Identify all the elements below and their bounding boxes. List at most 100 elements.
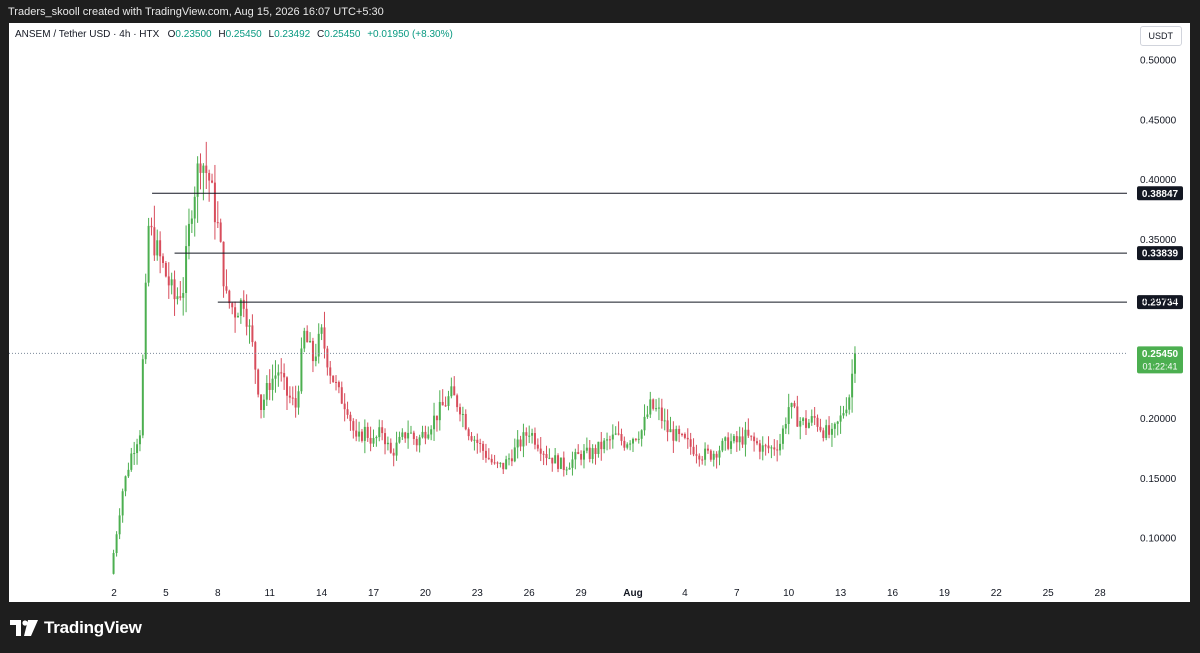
candle	[755, 437, 758, 446]
ohlc-legend: ANSEM / Tether USD · 4h · HTX O0.23500 H…	[15, 29, 457, 40]
candle	[715, 451, 718, 469]
candle	[476, 433, 479, 454]
candle	[130, 447, 133, 472]
level-price-label: 0.38847	[1142, 189, 1179, 200]
candle	[519, 435, 522, 452]
footer-brand: TradingView	[10, 618, 142, 638]
candle	[522, 423, 525, 458]
candle	[712, 450, 715, 467]
candle	[332, 375, 335, 383]
candle	[433, 402, 436, 441]
candle	[147, 217, 150, 287]
candle	[819, 418, 822, 433]
candle	[730, 433, 733, 455]
candle	[657, 397, 660, 421]
y-tick-label: 0.45000	[1140, 115, 1177, 126]
candle	[853, 346, 856, 383]
chart-frame[interactable]: 0.38847 0.33839 0.29734 0.25450 01:22:41 0.5…	[9, 23, 1190, 602]
candle	[236, 312, 239, 318]
candle	[286, 376, 288, 411]
bar-countdown-label: 01:22:41	[1142, 361, 1177, 371]
candle	[274, 360, 277, 393]
candle	[533, 427, 536, 450]
candle	[320, 324, 323, 341]
candle	[294, 385, 297, 418]
x-tick-label: 5	[163, 588, 169, 599]
candle	[510, 449, 513, 467]
candle	[384, 428, 387, 455]
candle	[508, 453, 511, 466]
candle	[412, 430, 415, 445]
candle	[196, 156, 199, 223]
candle	[190, 210, 193, 233]
candle	[435, 415, 438, 432]
x-tick-label: 23	[472, 588, 484, 599]
candle	[678, 425, 681, 443]
candle	[851, 359, 854, 413]
candle	[464, 409, 467, 431]
candle	[430, 425, 433, 441]
x-tick-label: 16	[887, 588, 899, 599]
x-tick-label: 14	[316, 588, 328, 599]
candle	[228, 289, 231, 309]
candle	[136, 438, 139, 465]
candle	[634, 438, 637, 442]
candle	[427, 426, 430, 440]
candle	[208, 169, 211, 202]
candle	[121, 488, 124, 523]
price-chart[interactable]: 0.388470.338390.297340.2545001:22:41 0.5…	[9, 23, 1190, 602]
candle	[816, 414, 819, 432]
candle	[153, 205, 156, 261]
candle	[790, 402, 793, 419]
candle	[381, 420, 384, 441]
candle	[309, 332, 312, 343]
candle	[845, 397, 848, 417]
currency-selector[interactable]: USDT	[1139, 26, 1182, 46]
candle	[629, 440, 632, 451]
candle	[369, 426, 372, 452]
candle	[115, 531, 118, 557]
candle	[649, 391, 652, 418]
candle	[692, 438, 695, 457]
x-tick-label: 25	[1043, 588, 1055, 599]
candle	[484, 443, 487, 463]
candle	[611, 424, 614, 449]
candle	[401, 428, 404, 440]
candle	[617, 421, 620, 436]
candle	[144, 273, 147, 364]
candle	[626, 442, 629, 450]
candle	[608, 435, 611, 450]
candle	[277, 364, 280, 387]
candle	[548, 448, 551, 460]
candle	[698, 453, 701, 467]
candle	[839, 405, 842, 434]
candle	[565, 466, 568, 476]
candle	[813, 407, 816, 426]
candle	[182, 277, 185, 316]
candle	[424, 425, 427, 445]
candle	[562, 451, 565, 477]
candle	[600, 431, 603, 461]
candle	[672, 421, 675, 453]
candle	[372, 429, 375, 447]
candle	[637, 431, 640, 444]
candle	[822, 427, 825, 442]
x-tick-label: Aug	[623, 588, 642, 599]
x-tick-label: 29	[576, 588, 588, 599]
y-tick-label: 0.15000	[1140, 474, 1177, 485]
y-tick-label: 0.50000	[1140, 56, 1177, 67]
candle	[597, 441, 600, 458]
candle	[727, 432, 730, 451]
candle	[683, 432, 686, 440]
candle	[643, 404, 646, 436]
candle	[623, 436, 626, 451]
candle	[225, 269, 228, 294]
candle	[329, 360, 332, 384]
candle	[706, 444, 709, 454]
candle	[559, 457, 562, 470]
candle	[303, 327, 306, 353]
x-tick-label: 13	[835, 588, 847, 599]
candle	[744, 421, 747, 457]
candle	[340, 381, 343, 405]
y-tick-label: 0.20000	[1140, 414, 1177, 425]
